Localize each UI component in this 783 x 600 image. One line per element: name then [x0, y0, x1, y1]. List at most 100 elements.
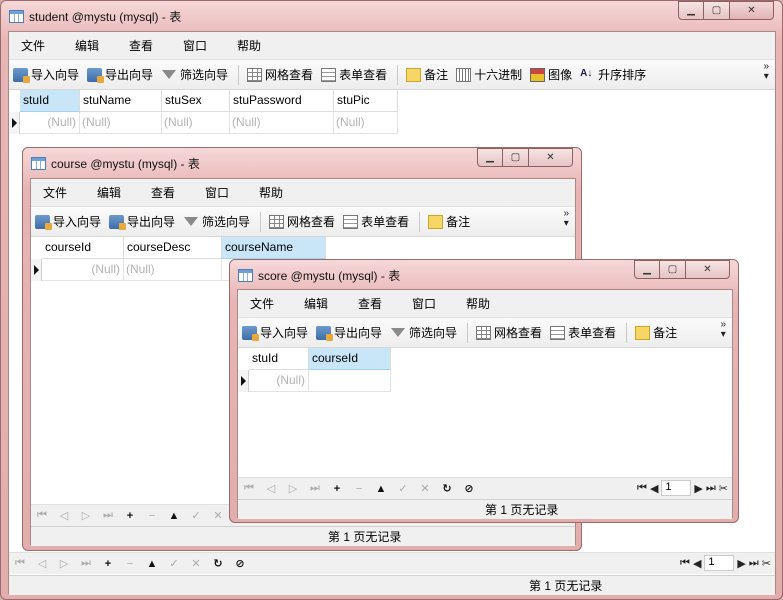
prev-record-icon[interactable]: ◁	[260, 482, 282, 495]
next-record-icon[interactable]: ▷	[282, 482, 304, 495]
export-wizard-button[interactable]: 导出向导	[87, 66, 153, 83]
add-record-icon[interactable]: +	[119, 510, 141, 522]
form-view-button[interactable]: 表单查看	[550, 324, 616, 341]
menu-file[interactable]: 文件	[238, 295, 292, 312]
column-header[interactable]: stuName	[80, 90, 162, 112]
maximize-button[interactable]: ▢	[660, 260, 686, 279]
memo-button[interactable]: 备注	[406, 66, 448, 83]
column-header[interactable]: courseId	[309, 348, 391, 370]
menu-view[interactable]: 查看	[117, 37, 171, 54]
toolbar-overflow-icon[interactable]: » ▾	[720, 320, 726, 340]
menu-help[interactable]: 帮助	[225, 37, 279, 54]
column-header[interactable]: stuPic	[334, 90, 398, 112]
toolbar-overflow-icon[interactable]: » ▾	[563, 209, 569, 229]
cell[interactable]	[309, 370, 391, 392]
last-record-icon[interactable]: ⏭	[304, 482, 326, 495]
column-header[interactable]: courseName	[222, 237, 326, 259]
add-record-icon[interactable]: +	[326, 483, 348, 495]
minimize-button[interactable]: ▁	[477, 148, 503, 167]
maximize-button[interactable]: ▢	[704, 1, 730, 20]
toolbar-overflow-icon[interactable]: » ▾	[763, 62, 769, 82]
prev-page-icon[interactable]: ◀	[650, 482, 658, 495]
menu-view[interactable]: 查看	[139, 184, 193, 201]
up-icon[interactable]: ▲	[141, 558, 163, 570]
settings-tools-icon[interactable]: ✂	[719, 482, 728, 495]
next-page-icon[interactable]: ▶	[737, 557, 745, 570]
grid-view-button[interactable]: 网格查看	[247, 66, 313, 83]
cell[interactable]: (Null)	[249, 370, 309, 392]
close-button[interactable]: ✕	[686, 260, 730, 279]
apply-icon[interactable]: ✓	[163, 557, 185, 570]
delete-record-icon[interactable]: −	[141, 510, 163, 522]
cell[interactable]: (Null)	[230, 112, 334, 134]
sort-ascending-button[interactable]: A↓ 升序排序	[580, 66, 646, 83]
grid-view-button[interactable]: 网格查看	[476, 324, 542, 341]
refresh-icon[interactable]: ↻	[207, 557, 229, 570]
student-title-bar[interactable]: student @mystu (mysql) - 表	[9, 7, 181, 25]
next-record-icon[interactable]: ▷	[53, 557, 75, 570]
last-record-icon[interactable]: ⏭	[97, 509, 119, 522]
table-row[interactable]: (Null) (Null) (Null) (Null) (Null)	[9, 112, 775, 134]
form-view-button[interactable]: 表单查看	[321, 66, 387, 83]
prev-record-icon[interactable]: ◁	[31, 557, 53, 570]
close-button[interactable]: ✕	[529, 148, 573, 167]
column-header[interactable]: courseId	[42, 237, 124, 259]
first-record-icon[interactable]: ⏮	[9, 557, 31, 570]
table-row[interactable]: (Null)	[238, 370, 732, 392]
cell[interactable]: (Null)	[124, 259, 222, 281]
column-header[interactable]: stuId	[249, 348, 309, 370]
column-header[interactable]: stuPassword	[230, 90, 334, 112]
cancel-icon[interactable]: ✕	[207, 509, 229, 522]
filter-wizard-button[interactable]: 筛选向导	[183, 213, 250, 230]
menu-help[interactable]: 帮助	[454, 295, 508, 312]
first-page-icon[interactable]: ⏮	[680, 557, 690, 570]
menu-help[interactable]: 帮助	[247, 184, 301, 201]
delete-record-icon[interactable]: −	[348, 483, 370, 495]
first-record-icon[interactable]: ⏮	[238, 482, 260, 495]
apply-icon[interactable]: ✓	[392, 482, 414, 495]
menu-view[interactable]: 查看	[346, 295, 400, 312]
next-record-icon[interactable]: ▷	[75, 509, 97, 522]
last-record-icon[interactable]: ⏭	[75, 557, 97, 570]
first-page-icon[interactable]: ⏮	[637, 482, 647, 495]
minimize-button[interactable]: ▁	[634, 260, 660, 279]
import-wizard-button[interactable]: 导入向导	[242, 324, 308, 341]
refresh-icon[interactable]: ↻	[436, 482, 458, 495]
score-title-bar[interactable]: score @mystu (mysql) - 表	[238, 266, 400, 284]
column-header[interactable]: stuSex	[162, 90, 230, 112]
filter-wizard-button[interactable]: 筛选向导	[161, 66, 228, 83]
menu-file[interactable]: 文件	[31, 184, 85, 201]
menu-edit[interactable]: 编辑	[292, 295, 346, 312]
delete-record-icon[interactable]: −	[119, 558, 141, 570]
menu-file[interactable]: 文件	[9, 37, 63, 54]
menu-window[interactable]: 窗口	[400, 295, 454, 312]
stop-icon[interactable]: ⊘	[229, 557, 251, 570]
menu-edit[interactable]: 编辑	[63, 37, 117, 54]
column-header[interactable]: courseDesc	[124, 237, 222, 259]
cancel-icon[interactable]: ✕	[185, 557, 207, 570]
page-input[interactable]: 1	[661, 480, 692, 496]
cell[interactable]: (Null)	[334, 112, 398, 134]
import-wizard-button[interactable]: 导入向导	[35, 213, 101, 230]
menu-window[interactable]: 窗口	[193, 184, 247, 201]
cell[interactable]: (Null)	[42, 259, 124, 281]
memo-button[interactable]: 备注	[428, 213, 470, 230]
menu-edit[interactable]: 编辑	[85, 184, 139, 201]
last-page-icon[interactable]: ⏭	[749, 557, 759, 570]
menu-window[interactable]: 窗口	[171, 37, 225, 54]
first-record-icon[interactable]: ⏮	[31, 509, 53, 522]
maximize-button[interactable]: ▢	[503, 148, 529, 167]
image-button[interactable]: 图像	[530, 66, 572, 83]
add-record-icon[interactable]: +	[97, 558, 119, 570]
up-icon[interactable]: ▲	[163, 510, 185, 522]
cell[interactable]: (Null)	[162, 112, 230, 134]
import-wizard-button[interactable]: 导入向导	[13, 66, 79, 83]
page-input[interactable]: 1	[704, 555, 735, 571]
memo-button[interactable]: 备注	[635, 324, 677, 341]
cell[interactable]: (Null)	[20, 112, 80, 134]
hex-button[interactable]: 十六进制	[456, 66, 522, 83]
export-wizard-button[interactable]: 导出向导	[109, 213, 175, 230]
form-view-button[interactable]: 表单查看	[343, 213, 409, 230]
next-page-icon[interactable]: ▶	[694, 482, 702, 495]
close-button[interactable]: ✕	[730, 1, 774, 20]
